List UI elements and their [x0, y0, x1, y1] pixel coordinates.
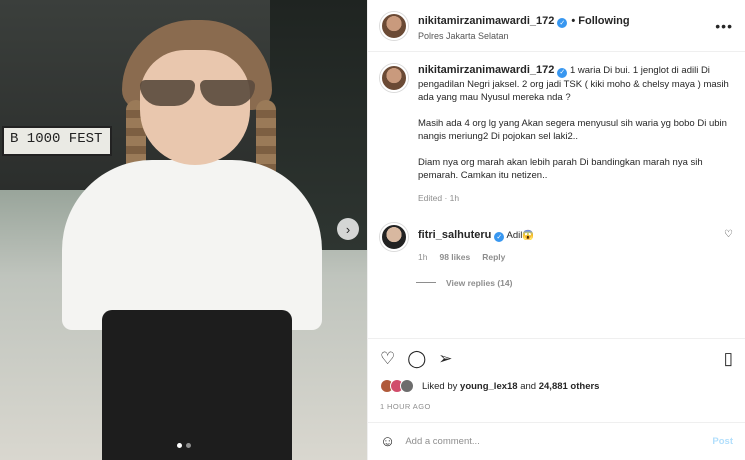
liked-by-count[interactable]: 24,881 others — [539, 381, 600, 392]
liker-avatars — [380, 379, 414, 393]
person-figure — [62, 20, 322, 460]
caption-body: nikitamirzanimawardi_172 ✓ 1 waria Di bui… — [418, 64, 733, 205]
avatar[interactable] — [380, 11, 408, 40]
view-replies-button[interactable]: View replies (14) — [416, 278, 733, 288]
comments-section: nikitamirzanimawardi_172 ✓ 1 waria Di bui… — [368, 52, 745, 338]
face — [140, 50, 250, 165]
comment-username[interactable]: fitri_salhuteru — [418, 229, 491, 241]
verified-icon: ✓ — [494, 231, 505, 242]
post-modal: B 1000 FEST › nikitamirzanimawardi_172 ✓ •… — [0, 0, 745, 460]
emoji-icon[interactable]: ☺ — [380, 433, 395, 450]
header-username[interactable]: nikitamirzanimawardi_172 — [418, 15, 554, 27]
post-actions: ♡ ◯ ➢ ▯ Liked by young_lex18 and 24,881 … — [368, 338, 745, 411]
carousel-dot-active — [176, 443, 182, 448]
view-replies-label: View replies (14) — [446, 277, 513, 288]
share-icon[interactable]: ➢ — [438, 349, 452, 369]
post-button[interactable]: Post — [712, 436, 733, 447]
comment-like-heart-icon[interactable]: ♡ — [724, 229, 733, 262]
caption-avatar[interactable] — [380, 64, 408, 92]
caption: nikitamirzanimawardi_172 ✓ 1 waria Di bui… — [380, 64, 733, 205]
action-icons: ♡ ◯ ➢ ▯ — [380, 345, 733, 373]
caption-text-2: Masih ada 4 org lg yang Akan segera meny… — [418, 117, 727, 142]
liked-by-user[interactable]: young_lex18 — [460, 381, 518, 392]
carousel-dot — [185, 443, 191, 448]
liked-by-and: and — [520, 380, 537, 392]
skirt — [102, 310, 292, 460]
comment-item: fitri_salhuteru ✓ Adil😱 1h 98 likes Reply… — [380, 222, 733, 262]
more-options-icon[interactable]: ••• — [715, 18, 733, 34]
shirt — [62, 160, 322, 330]
post-header: nikitamirzanimawardi_172 ✓ • Following Pol… — [368, 0, 745, 52]
comment-likes[interactable]: 98 likes — [439, 252, 470, 262]
liked-by: Liked by young_lex18 and 24,881 others — [380, 379, 733, 393]
edited-label: Edited · 1h — [418, 192, 460, 203]
add-comment-bar: ☺ Post — [368, 422, 745, 460]
comment-text: Adil😱 — [506, 229, 535, 241]
comment-time: 1h — [418, 251, 428, 262]
liked-by-prefix: Liked by — [422, 380, 458, 392]
comment-meta: 1h 98 likes Reply — [418, 252, 724, 262]
comment-avatar[interactable] — [380, 222, 408, 251]
carousel-next-button[interactable]: › — [337, 218, 359, 240]
header-meta: nikitamirzanimawardi_172 ✓ • Following Pol… — [418, 11, 630, 41]
post-time: 1 HOUR AGO — [380, 402, 431, 411]
following-label[interactable]: • Following — [571, 15, 629, 27]
comment-input[interactable] — [405, 436, 713, 447]
liker-avatar[interactable] — [400, 379, 414, 393]
reply-button[interactable]: Reply — [482, 252, 505, 262]
verified-icon: ✓ — [557, 17, 568, 28]
comment-body: fitri_salhuteru ✓ Adil😱 1h 98 likes Reply — [418, 223, 724, 262]
replies-line — [416, 282, 436, 283]
carousel-dots — [0, 443, 367, 448]
location-link[interactable]: Polres Jakarta Selatan — [418, 31, 630, 41]
heart-icon[interactable]: ♡ — [380, 349, 395, 369]
post-sidebar: nikitamirzanimawardi_172 ✓ • Following Pol… — [367, 0, 745, 460]
sunglasses — [134, 80, 259, 106]
verified-icon: ✓ — [557, 67, 568, 78]
comment-icon[interactable]: ◯ — [407, 349, 426, 369]
caption-text-3: Diam nya org marah akan lebih parah Di b… — [418, 156, 703, 181]
post-image[interactable]: B 1000 FEST › — [0, 0, 367, 460]
bookmark-icon[interactable]: ▯ — [724, 349, 733, 369]
caption-username[interactable]: nikitamirzanimawardi_172 — [418, 64, 554, 76]
